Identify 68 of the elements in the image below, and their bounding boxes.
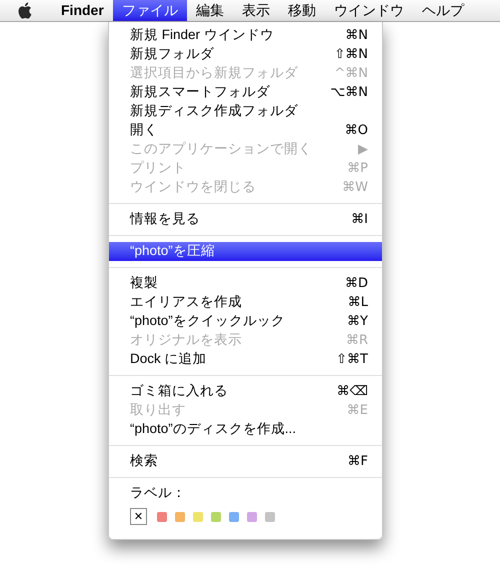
menu-item-label: オリジナルを表示	[130, 331, 242, 350]
label-swatch[interactable]	[265, 512, 275, 522]
menu-item[interactable]: 新規フォルダ ⇧⌘N	[109, 45, 382, 64]
shortcut-label: ⌘D	[344, 274, 368, 293]
menu-item-label: 取り出す	[130, 401, 186, 420]
menu-item-label: “photo”のディスクを作成...	[130, 420, 296, 438]
menu-item-label: このアプリケーションで開く	[130, 140, 312, 158]
shortcut-label: ⇧⌘T	[336, 350, 368, 369]
menu-item[interactable]: 新規ディスク作成フォルダ	[109, 102, 382, 121]
menu-item-label: ウインドウを閉じる	[130, 178, 256, 196]
shortcut-label: ⌥⌘N	[330, 84, 368, 102]
menu-bar-item[interactable]: 移動	[278, 0, 325, 21]
menu-item-label: エイリアスを作成	[130, 293, 242, 312]
menu-item-label: ゴミ箱に入れる	[130, 382, 228, 400]
shortcut-label: ⌘R	[346, 332, 368, 350]
menu-item[interactable]: 複製 ⌘D	[109, 274, 382, 293]
menu-item[interactable]: Dock に追加 ⇧⌘T	[109, 350, 382, 369]
menu-item-label: 開く	[130, 121, 158, 140]
no-label-button[interactable]: ✕	[130, 508, 147, 525]
menu-bar-item[interactable]: 表示	[232, 0, 279, 21]
label-swatch[interactable]	[211, 512, 221, 522]
shortcut-label: ⌘F	[348, 452, 368, 471]
menu-item[interactable]: ゴミ箱に入れる ⌘⌫	[109, 382, 382, 401]
shortcut-label: ▶	[358, 140, 368, 159]
menu-item-label: 新規 Finder ウインドウ	[130, 26, 274, 44]
shortcut-label: ⌘W	[342, 178, 368, 197]
menu-item[interactable]: “photo”を圧縮	[109, 242, 382, 261]
menu-item-label: 情報を見る	[130, 210, 200, 228]
menu-item[interactable]: “photo”のディスクを作成...	[109, 420, 382, 439]
shortcut-label: ⌘E	[346, 402, 368, 420]
menu-item-label: 選択項目から新規フォルダ	[130, 64, 298, 82]
label-swatch[interactable]	[175, 512, 185, 522]
menu-item[interactable]: “photo”をクイックルック ⌘Y	[109, 312, 382, 331]
apple-icon[interactable]	[17, 2, 32, 19]
menu-item-label: 新規スマートフォルダ	[130, 83, 270, 102]
menu-item-label: プリント	[130, 159, 186, 178]
menu-bar-item[interactable]: Finder	[52, 0, 113, 21]
shortcut-label: ⌘L	[348, 294, 368, 312]
shortcut-label: ⌘I	[351, 210, 368, 229]
label-swatch[interactable]	[229, 512, 239, 522]
shortcut-label: ⌘P	[347, 160, 368, 178]
menu-item[interactable]: 情報を見る ⌘I	[109, 210, 382, 229]
shortcut-label: ^⌘N	[334, 64, 368, 83]
menu-item[interactable]: エイリアスを作成 ⌘L	[109, 293, 382, 312]
label-swatch[interactable]	[193, 512, 203, 522]
menu-bar-item[interactable]: ウインドウ	[324, 0, 413, 21]
menu-item-label: 検索	[130, 452, 158, 470]
shortcut-label: ⌘N	[345, 26, 368, 45]
shortcut-label: ⌘O	[344, 122, 368, 140]
shortcut-label: ⇧⌘N	[334, 46, 368, 64]
menu-item-label: “photo”をクイックルック	[130, 312, 285, 330]
menu-item-label: 新規フォルダ	[130, 45, 214, 64]
shortcut-label: ⌘⌫	[336, 382, 368, 401]
menu-item-label: 複製	[130, 274, 158, 292]
menu-item[interactable]: 開く ⌘O	[109, 121, 382, 140]
shortcut-label: ⌘Y	[347, 312, 368, 331]
menu-bar-item[interactable]: 編集	[186, 0, 233, 21]
label-heading: ラベル：	[130, 484, 187, 502]
menu-item[interactable]: 検索 ⌘F	[109, 452, 382, 471]
menu-bar-item[interactable]: ヘルプ	[412, 0, 473, 21]
menu-item[interactable]: 新規スマートフォルダ ⌥⌘N	[109, 83, 382, 102]
menu-bar-item[interactable]: ファイル	[112, 0, 187, 21]
menu-item-label: Dock に追加	[130, 350, 207, 368]
menu-item-label: 新規ディスク作成フォルダ	[130, 102, 298, 120]
menu-item-label: “photo”を圧縮	[130, 242, 215, 260]
menu-item[interactable]: 新規 Finder ウインドウ ⌘N	[109, 26, 382, 45]
label-swatch[interactable]	[157, 512, 167, 522]
label-swatch[interactable]	[247, 512, 257, 522]
